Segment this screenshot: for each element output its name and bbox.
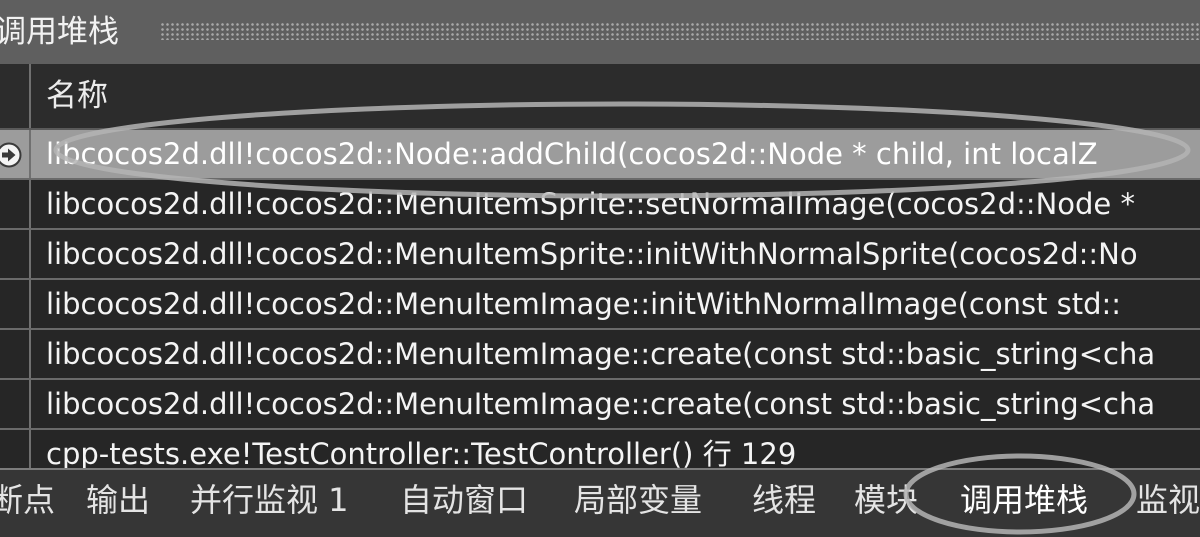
stack-frame-text: cpp-tests.exe!TestController::TestContro… [46,437,797,470]
title-bar-grip[interactable] [160,22,1200,40]
row-gutter [0,430,31,470]
tab-autos[interactable]: 自动窗口 [400,480,528,520]
tab-watch[interactable]: 监视 [1136,480,1200,520]
row-gutter [0,180,31,228]
stack-frame-text: libcocos2d.dll!cocos2d::MenuItemSprite::… [46,187,1135,221]
stack-frame-row[interactable]: libcocos2d.dll!cocos2d::MenuItemImage::i… [0,280,1200,330]
stack-frame-text: libcocos2d.dll!cocos2d::MenuItemImage::i… [46,287,1122,321]
tab-breakpoints[interactable]: 断点 [0,480,55,520]
stack-frame-row[interactable]: cpp-tests.exe!TestController::TestContro… [0,430,1200,470]
tab-output[interactable]: 输出 [86,480,150,520]
stack-frame-row[interactable]: libcocos2d.dll!cocos2d::MenuItemImage::c… [0,330,1200,380]
stack-frame-text: libcocos2d.dll!cocos2d::MenuItemImage::c… [46,337,1156,371]
tool-window-title-bar[interactable]: 调用堆栈 [0,0,1200,64]
stack-frame-row[interactable]: libcocos2d.dll!cocos2d::Node::addChild(c… [0,130,1200,180]
stack-frame-text: libcocos2d.dll!cocos2d::MenuItemImage::c… [46,387,1156,421]
tab-modules[interactable]: 模块 [854,480,918,520]
stack-frame-row[interactable]: libcocos2d.dll!cocos2d::MenuItemSprite::… [0,230,1200,280]
call-stack-list[interactable]: libcocos2d.dll!cocos2d::Node::addChild(c… [0,130,1200,470]
window-title: 调用堆栈 [0,14,119,50]
column-header-row: 名称 [0,64,1200,130]
tab-locals[interactable]: 局部变量 [574,480,702,520]
row-gutter [0,330,31,378]
stack-frame-text: libcocos2d.dll!cocos2d::Node::addChild(c… [46,137,1098,171]
column-header-name[interactable]: 名称 [46,76,108,116]
current-frame-arrow-icon [0,142,22,168]
bottom-tab-strip: 断点 输出 并行监视 1 自动窗口 局部变量 线程 模块 调用堆栈 监视 [0,468,1200,537]
row-gutter [0,280,31,328]
tab-call-stack[interactable]: 调用堆栈 [960,480,1088,520]
header-gutter [0,64,31,128]
stack-frame-text: libcocos2d.dll!cocos2d::MenuItemSprite::… [46,237,1138,271]
row-gutter [0,130,31,178]
row-gutter [0,380,31,428]
stack-frame-row[interactable]: libcocos2d.dll!cocos2d::MenuItemSprite::… [0,180,1200,230]
call-stack-window: 调用堆栈 名称 libcocos2d.dll!cocos2d::Node::ad… [0,0,1200,537]
row-gutter [0,230,31,278]
stack-frame-row[interactable]: libcocos2d.dll!cocos2d::MenuItemImage::c… [0,380,1200,430]
tab-parallel-watch[interactable]: 并行监视 1 [190,480,349,520]
tab-threads[interactable]: 线程 [752,480,816,520]
